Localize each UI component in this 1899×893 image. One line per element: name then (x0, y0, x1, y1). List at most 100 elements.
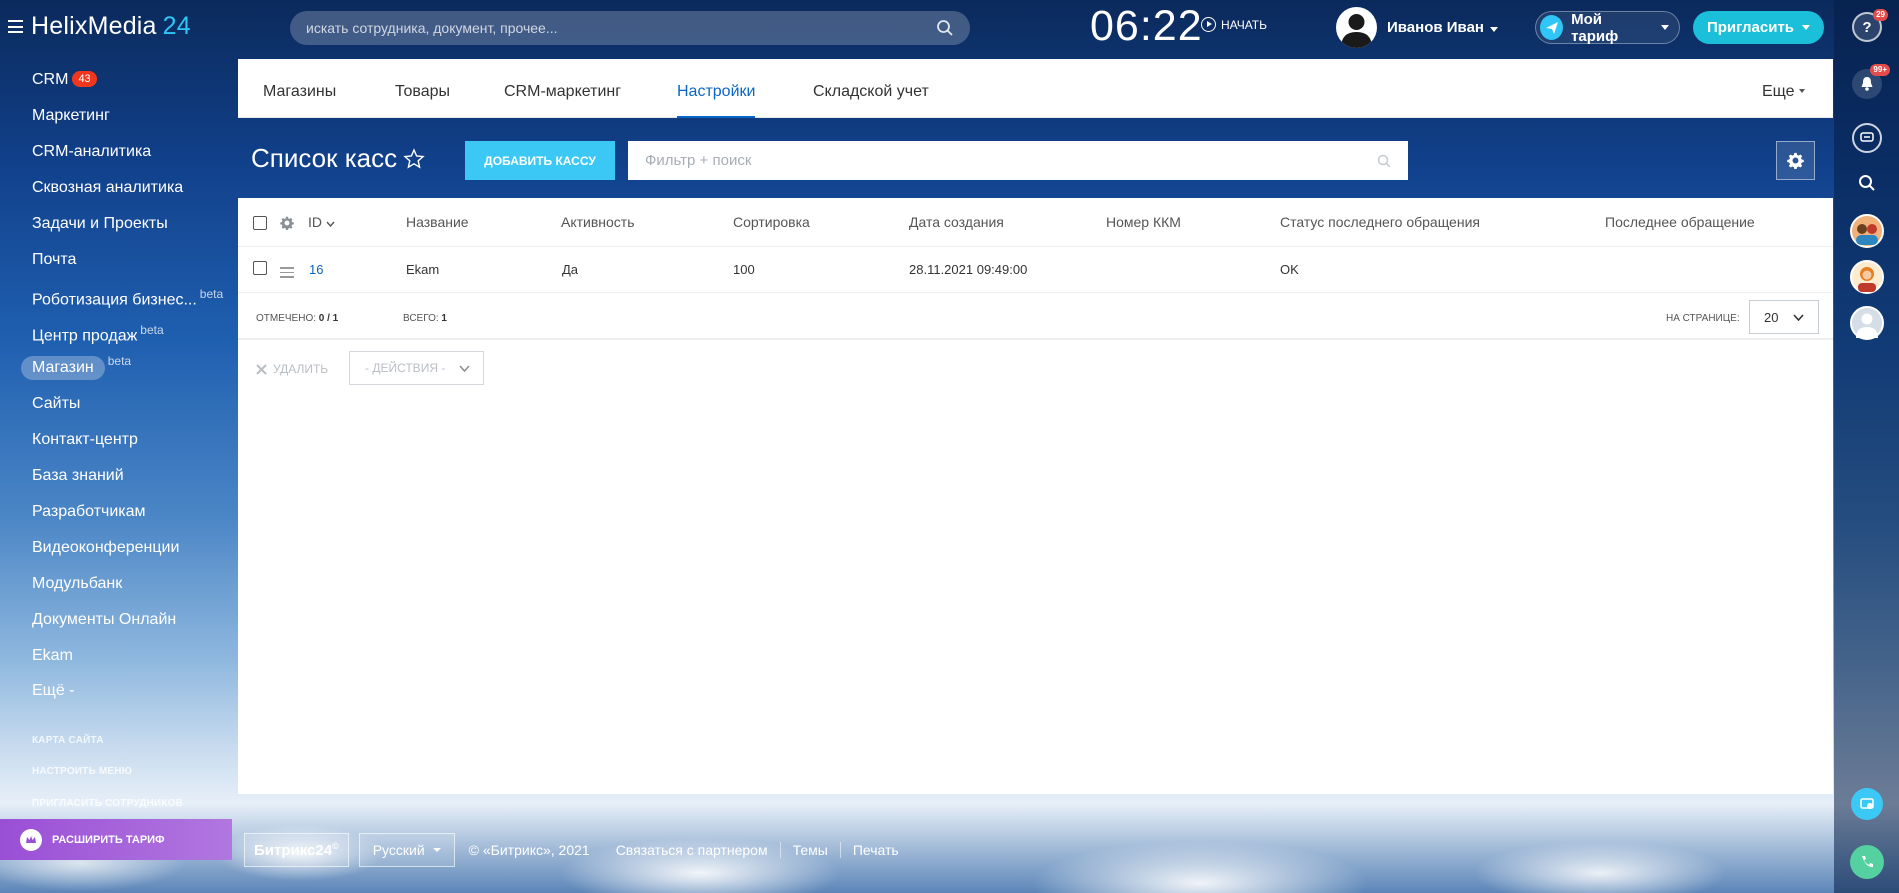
filter-search[interactable] (628, 141, 1408, 180)
column-header-active[interactable]: Активность (561, 214, 635, 230)
tab-shops[interactable]: Магазины (263, 59, 336, 118)
language-select[interactable]: Русский (358, 832, 455, 867)
column-header-kkm[interactable]: Номер ККМ (1106, 214, 1181, 230)
selected-count: ОТМЕЧЕНО: 0 / 1 (256, 313, 338, 324)
grid-header: ID Название Активность Сортировка Дата с… (238, 198, 1833, 247)
bitrix24-logo[interactable]: Битрикс24© (244, 832, 349, 867)
open-channels-icon[interactable] (1851, 788, 1883, 820)
search-icon[interactable] (1852, 168, 1882, 198)
tab-warehouse[interactable]: Складской учет (813, 59, 929, 118)
notifications-badge: 99+ (1870, 64, 1890, 76)
table-row[interactable]: 16 Ekam Да 100 28.11.2021 09:49:00 OK (238, 247, 1833, 293)
top-bar: HelixMedia24 06:22 НАЧАТЬ Иванов Иван Мо… (0, 0, 1834, 56)
global-search[interactable] (290, 11, 970, 45)
sidebar-item-crm[interactable]: CRM 43 (32, 71, 97, 89)
contact-avatar-icon[interactable] (1850, 214, 1884, 248)
column-header-name[interactable]: Название (406, 214, 469, 230)
help-icon[interactable]: ? 29 (1852, 9, 1888, 42)
per-page-select[interactable]: 20 (1749, 300, 1819, 334)
sidebar-item-knowledge-base[interactable]: База знаний (32, 467, 124, 485)
sidebar-item-sites[interactable]: Сайты (32, 395, 80, 413)
column-header-status[interactable]: Статус последнего обращения (1280, 214, 1480, 230)
upgrade-label: РАСШИРИТЬ ТАРИФ (52, 833, 165, 846)
per-page-value: 20 (1764, 309, 1779, 325)
my-tariff-button[interactable]: Мой тариф (1535, 11, 1680, 45)
selected-value: 0 / 1 (318, 313, 339, 324)
actions-select[interactable]: - ДЕЙСТВИЯ - (349, 351, 484, 385)
star-icon[interactable] (403, 147, 425, 170)
phone-icon[interactable] (1850, 845, 1884, 879)
left-sidebar: CRM 43 Маркетинг CRM-аналитика Сквозная а… (0, 56, 238, 893)
sidebar-item-video-conferences[interactable]: Видеоконференции (32, 539, 179, 557)
bell-icon[interactable]: 99+ (1852, 64, 1890, 99)
chat-icon[interactable] (1852, 123, 1882, 153)
invite-employees-link[interactable]: ПРИГЛАСИТЬ СОТРУДНИКОВ (32, 798, 183, 809)
search-icon[interactable] (936, 19, 954, 37)
themes-link[interactable]: Темы (780, 841, 841, 858)
column-header-id[interactable]: ID (308, 214, 335, 230)
total-count: ВСЕГО: 1 (403, 313, 447, 324)
drag-handle-icon[interactable] (280, 267, 294, 281)
user-menu[interactable]: Иванов Иван (1336, 7, 1498, 48)
sidebar-item-ekam[interactable]: Ekam (32, 647, 73, 665)
upgrade-tariff-button[interactable]: РАСШИРИТЬ ТАРИФ (0, 819, 232, 860)
app-logo[interactable]: HelixMedia 24 (31, 12, 191, 41)
gear-icon (1787, 152, 1804, 169)
contact-avatar-icon[interactable] (1850, 306, 1884, 340)
contact-avatar-icon[interactable] (1850, 260, 1884, 294)
tab-products[interactable]: Товары (395, 59, 450, 118)
per-page-label: НА СТРАНИЦЕ: (1666, 313, 1740, 324)
search-icon[interactable] (1377, 154, 1391, 168)
row-checkbox[interactable] (253, 261, 267, 275)
chevron-down-icon (459, 364, 470, 372)
sidebar-item-marketing[interactable]: Маркетинг (32, 107, 110, 125)
sidebar-item-tasks[interactable]: Задачи и Проекты (32, 215, 168, 233)
chevron-down-icon (1661, 25, 1669, 30)
tab-settings[interactable]: Настройки (677, 59, 756, 118)
sidebar-item-automation[interactable]: Роботизация бизнес... beta (32, 287, 223, 309)
add-cashbox-button[interactable]: ДОБАВИТЬ КАССУ (465, 141, 615, 180)
sidebar-item-label: Магазин (32, 359, 94, 376)
language-value: Русский (372, 841, 425, 858)
invite-button[interactable]: Пригласить (1693, 11, 1824, 44)
tab-more[interactable]: Еще (1762, 59, 1805, 118)
sitemap-link[interactable]: КАРТА САЙТА (32, 735, 104, 746)
sidebar-item-more[interactable]: Ещё - (32, 682, 75, 700)
configure-menu-link[interactable]: НАСТРОИТЬ МЕНЮ (32, 766, 132, 777)
sidebar-item-label: Сайты (32, 395, 81, 412)
settings-gear-button[interactable] (1776, 141, 1815, 180)
rocket-icon (1540, 15, 1564, 40)
sidebar-item-label: Роботизация бизнес... (32, 291, 197, 309)
delete-button[interactable]: УДАЛИТЬ (256, 362, 328, 376)
sidebar-item-shop[interactable]: Магазин beta (21, 354, 131, 380)
sidebar-item-sales-center[interactable]: Центр продаж beta (32, 323, 164, 345)
select-all-checkbox[interactable] (253, 216, 267, 230)
sidebar-item-modulbank[interactable]: Модульбанк (32, 575, 122, 593)
cell-id[interactable]: 16 (309, 262, 323, 277)
sidebar-item-label: Задачи и Проекты (32, 215, 168, 232)
print-link[interactable]: Печать (841, 842, 911, 858)
grid-footer: ОТМЕЧЕНО: 0 / 1 ВСЕГО: 1 НА СТРАНИЦЕ: 20 (238, 293, 1833, 340)
start-workday-button[interactable]: НАЧАТЬ (1201, 17, 1267, 32)
sidebar-item-crm-analytics[interactable]: CRM-аналитика (32, 143, 151, 161)
filter-search-input[interactable] (645, 152, 1377, 169)
user-avatar (1336, 7, 1377, 48)
column-header-last-request[interactable]: Последнее обращение (1605, 214, 1755, 230)
sidebar-item-end-to-end-analytics[interactable]: Сквозная аналитика (32, 179, 183, 197)
column-header-created[interactable]: Дата создания (909, 214, 1004, 230)
column-header-label: ID (308, 214, 322, 230)
sidebar-item-mail[interactable]: Почта (32, 251, 76, 269)
cell-created: 28.11.2021 09:49:00 (909, 262, 1028, 277)
sidebar-item-contact-center[interactable]: Контакт-центр (32, 431, 138, 449)
column-header-sort[interactable]: Сортировка (733, 214, 810, 230)
sidebar-item-developers[interactable]: Разработчикам (32, 503, 146, 521)
menu-burger-icon[interactable] (8, 20, 23, 33)
delete-label: УДАЛИТЬ (273, 362, 329, 376)
column-settings-icon[interactable] (280, 216, 294, 230)
sidebar-item-documents-online[interactable]: Документы Онлайн (32, 611, 176, 629)
crm-counter-badge: 43 (72, 71, 97, 87)
tab-crm-marketing[interactable]: CRM-маркетинг (504, 59, 621, 118)
contact-partner-link[interactable]: Связаться с партнером (603, 841, 781, 858)
global-search-input[interactable] (306, 20, 936, 36)
cell-status: OK (1280, 262, 1299, 277)
